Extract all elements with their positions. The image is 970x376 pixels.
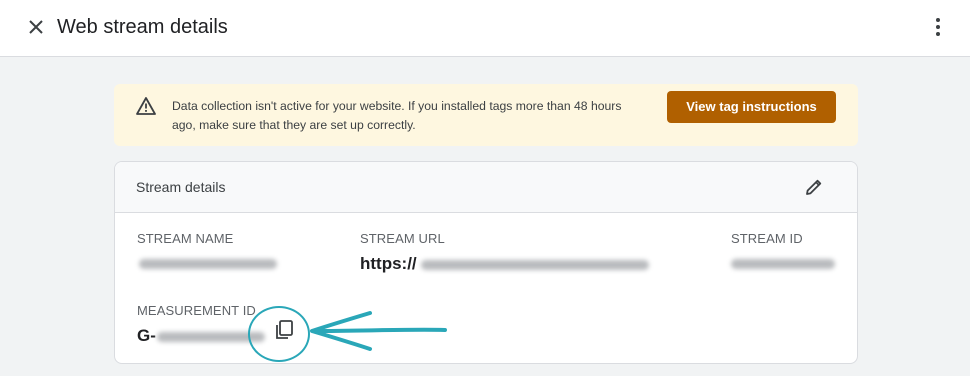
- edit-pencil-icon[interactable]: [803, 176, 825, 198]
- stream-url-label: STREAM URL: [360, 231, 445, 246]
- page-title: Web stream details: [57, 16, 228, 38]
- page-header: Web stream details: [0, 0, 970, 57]
- data-collection-warning-banner: Data collection isn't active for your we…: [114, 84, 858, 146]
- measurement-id-prefix: G-: [137, 326, 156, 345]
- stream-url-value-redacted: [421, 260, 649, 270]
- card-title: Stream details: [136, 179, 226, 195]
- measurement-id-label: MEASUREMENT ID: [137, 303, 256, 318]
- stream-id-value-redacted: [731, 259, 835, 269]
- view-tag-instructions-button[interactable]: View tag instructions: [667, 91, 836, 123]
- stream-details-card: Stream details STREAM NAME STREAM URL ht…: [114, 161, 858, 364]
- banner-message: Data collection isn't active for your we…: [172, 99, 622, 132]
- stream-url-prefix: https://: [360, 254, 417, 273]
- more-vert-icon[interactable]: [926, 15, 950, 39]
- card-header: Stream details: [115, 162, 857, 213]
- stream-name-label: STREAM NAME: [137, 231, 234, 246]
- stream-id-label: STREAM ID: [731, 231, 803, 246]
- arrow-annotation: [310, 311, 447, 351]
- close-icon[interactable]: [24, 15, 48, 39]
- stream-name-value-redacted: [139, 259, 277, 269]
- warning-icon: [136, 96, 156, 116]
